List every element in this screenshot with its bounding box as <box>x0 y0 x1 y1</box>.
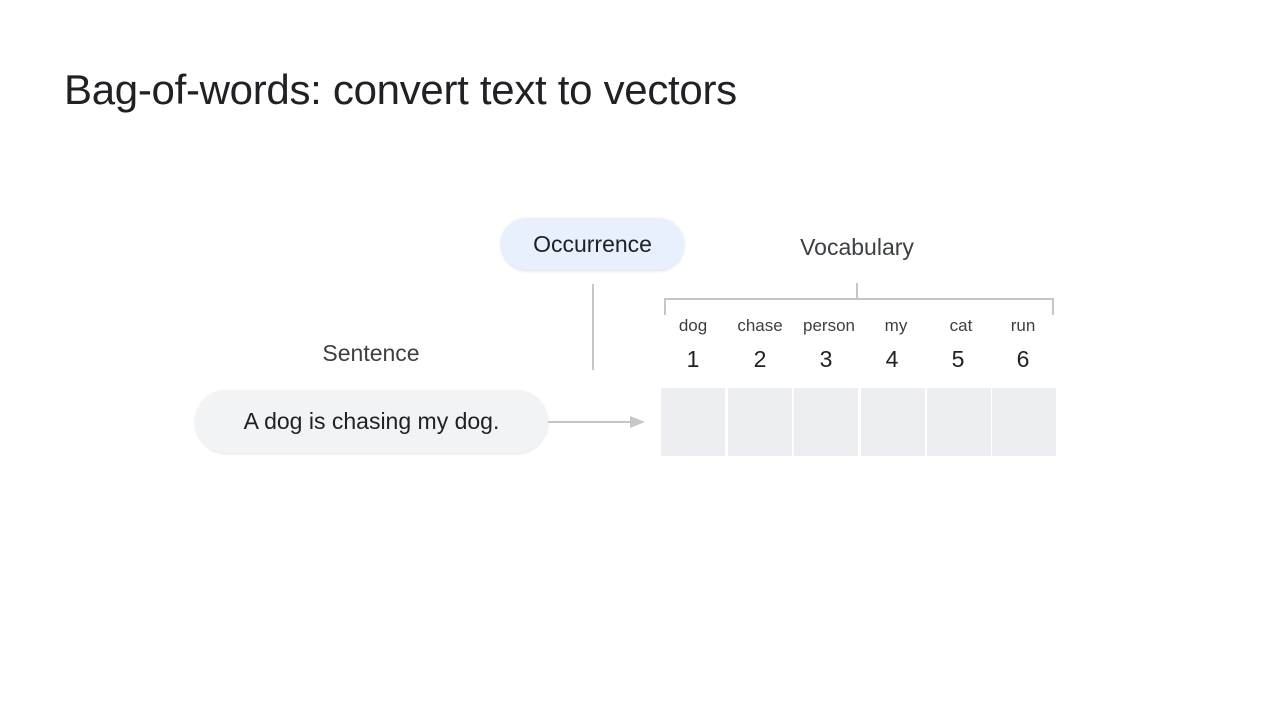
vocab-word-2: chase <box>737 316 783 335</box>
vocab-word-1: dog <box>678 316 708 335</box>
sentence-box: A dog is chasing my dog. <box>195 390 548 453</box>
vocab-index-2: 2 <box>753 346 767 372</box>
vocab-word-4: my <box>884 316 908 335</box>
vector-cell-6 <box>992 388 1056 456</box>
vector-cell-3 <box>794 388 858 456</box>
vocab-index-1: 1 <box>686 346 700 372</box>
occurrence-connector-line <box>592 284 594 370</box>
vocab-index-3: 3 <box>819 346 833 372</box>
arrow-right-icon <box>548 416 645 428</box>
vocabulary-bracket <box>664 283 1054 315</box>
vocab-index-5: 5 <box>951 346 965 372</box>
vector-cell-1 <box>661 388 725 456</box>
slide: Bag-of-words: convert text to vectors Oc… <box>0 0 1280 720</box>
slide-title: Bag-of-words: convert text to vectors <box>64 66 737 113</box>
vector-cell-2 <box>728 388 792 456</box>
sentence-label: Sentence <box>322 340 420 366</box>
vocab-word-5: cat <box>949 316 973 335</box>
vocab-word-6: run <box>1010 316 1036 335</box>
occurrence-label: Occurrence <box>501 218 684 270</box>
vocab-index-6: 6 <box>1016 346 1030 372</box>
vector-cell-5 <box>927 388 991 456</box>
vector-cell-4 <box>861 388 925 456</box>
vocabulary-label: Vocabulary <box>800 234 914 260</box>
vocab-word-3: person <box>803 316 855 335</box>
vocab-index-4: 4 <box>885 346 899 372</box>
